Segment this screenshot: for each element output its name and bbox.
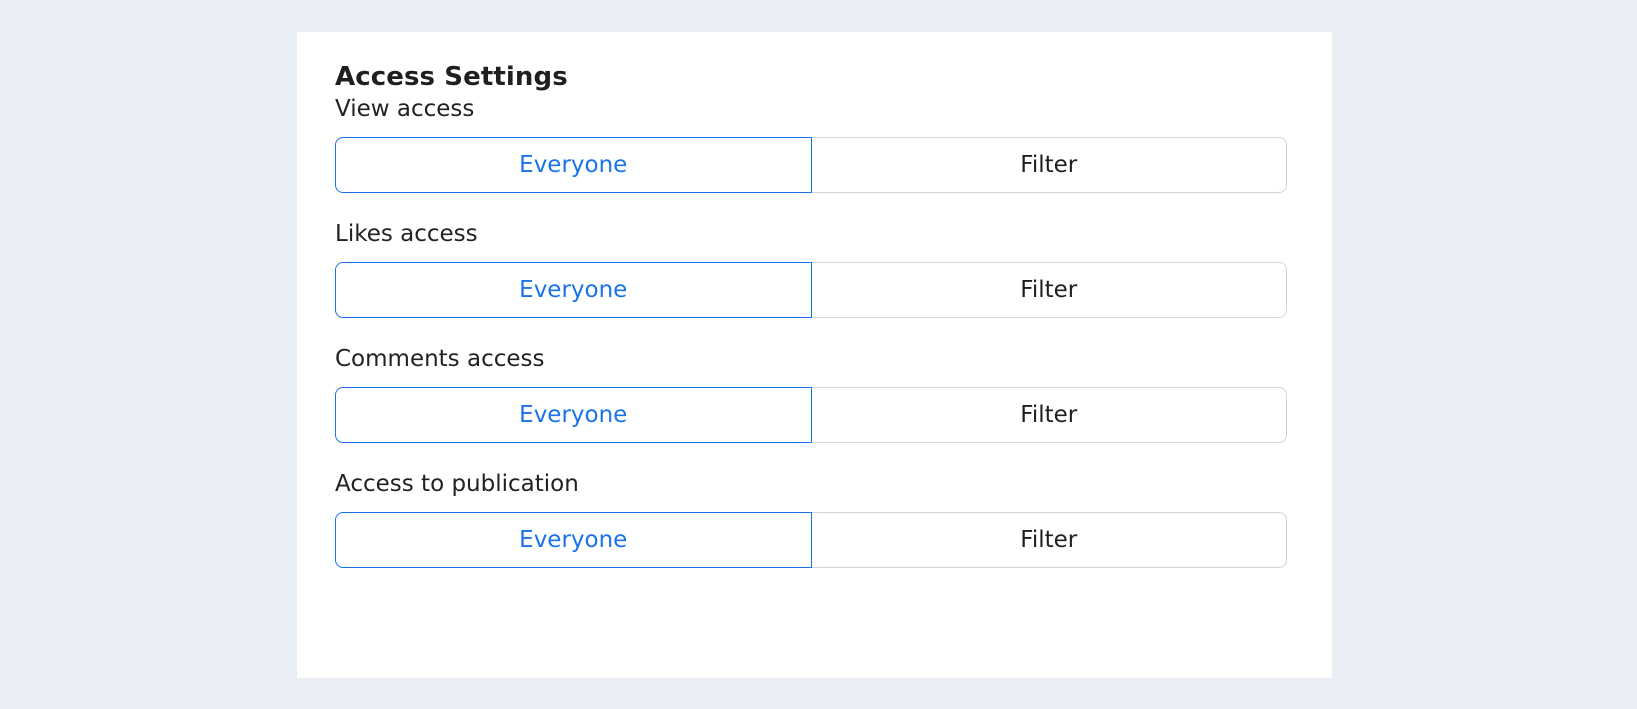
publication-access-label: Access to publication — [335, 471, 579, 498]
access-settings-panel: Access Settings View access Everyone Fil… — [297, 32, 1332, 678]
view-access-toggle: Everyone Filter — [335, 137, 1287, 194]
likes-access-toggle: Everyone Filter — [335, 262, 1287, 319]
view-access-label: View access — [335, 96, 475, 123]
publication-access-filter-button[interactable]: Filter — [811, 512, 1287, 569]
comments-access-everyone-button[interactable]: Everyone — [335, 387, 812, 444]
likes-access-label: Likes access — [335, 221, 478, 248]
publication-access-everyone-button[interactable]: Everyone — [335, 512, 812, 569]
view-access-section: View access Everyone Filter — [335, 93, 1287, 194]
publication-access-section: Access to publication Everyone Filter — [335, 468, 1287, 569]
comments-access-toggle: Everyone Filter — [335, 387, 1287, 444]
likes-access-section: Likes access Everyone Filter — [335, 218, 1287, 319]
view-access-filter-button[interactable]: Filter — [811, 137, 1287, 194]
view-access-everyone-button[interactable]: Everyone — [335, 137, 812, 194]
comments-access-label: Comments access — [335, 346, 545, 373]
likes-access-everyone-button[interactable]: Everyone — [335, 262, 812, 319]
comments-access-section: Comments access Everyone Filter — [335, 343, 1287, 444]
comments-access-filter-button[interactable]: Filter — [811, 387, 1287, 444]
likes-access-filter-button[interactable]: Filter — [811, 262, 1287, 319]
panel-title: Access Settings — [335, 62, 568, 92]
publication-access-toggle: Everyone Filter — [335, 512, 1287, 569]
